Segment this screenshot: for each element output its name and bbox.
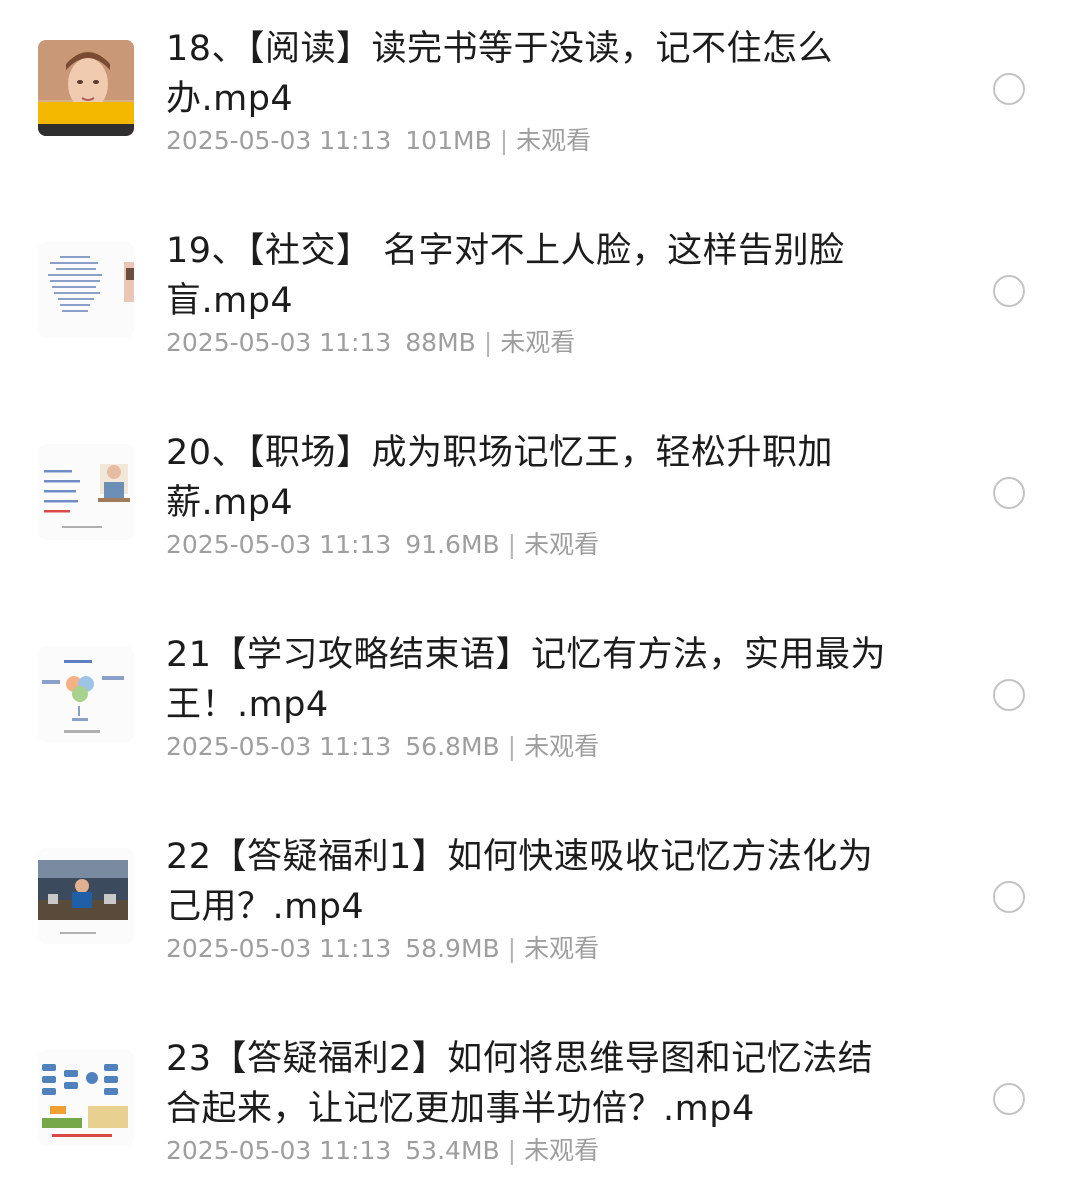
file-meta: 2025-05-03 11:13 88MB | 未观看: [166, 326, 575, 360]
divider: |: [507, 732, 517, 761]
divider: |: [507, 1136, 517, 1165]
video-thumbnail-photo-icon[interactable]: [38, 848, 134, 944]
file-meta: 2025-05-03 11:13 56.8MB | 未观看: [166, 730, 599, 764]
select-radio[interactable]: [993, 1083, 1025, 1115]
divider: |: [507, 530, 517, 559]
file-meta: 2025-05-03 11:13 91.6MB | 未观看: [166, 528, 599, 562]
file-date: 2025-05-03 11:13: [166, 328, 392, 357]
video-thumbnail-reading-icon[interactable]: [38, 40, 134, 136]
select-radio[interactable]: [993, 881, 1025, 913]
file-title[interactable]: 19、【社交】 名字对不上人脸，这样告别脸盲.mp4: [166, 226, 906, 326]
video-thumbnail-slide-office-icon[interactable]: [38, 444, 134, 540]
divider: |: [483, 328, 493, 357]
list-item[interactable]: 22【答疑福利1】如何快速吸收记忆方法化为己用？.mp4 2025-05-03 …: [0, 808, 1080, 1010]
file-date: 2025-05-03 11:13: [166, 126, 392, 155]
divider: |: [499, 126, 509, 155]
list-item[interactable]: 21【学习攻略结束语】记忆有方法，实用最为王！.mp4 2025-05-03 1…: [0, 606, 1080, 808]
watch-status: 未观看: [524, 732, 600, 761]
list-item[interactable]: 23【答疑福利2】如何将思维导图和记忆法结合起来，让记忆更加事半功倍？.mp4 …: [0, 1010, 1080, 1190]
video-thumbnail-slide-text-icon[interactable]: [38, 242, 134, 338]
list-item[interactable]: 19、【社交】 名字对不上人脸，这样告别脸盲.mp4 2025-05-03 11…: [0, 202, 1080, 404]
file-title[interactable]: 22【答疑福利1】如何快速吸收记忆方法化为己用？.mp4: [166, 832, 906, 932]
file-meta: 2025-05-03 11:13 58.9MB | 未观看: [166, 932, 599, 966]
select-radio[interactable]: [993, 73, 1025, 105]
file-title[interactable]: 23【答疑福利2】如何将思维导图和记忆法结合起来，让记忆更加事半功倍？.mp4: [166, 1034, 906, 1134]
file-date: 2025-05-03 11:13: [166, 1136, 392, 1165]
select-radio[interactable]: [993, 679, 1025, 711]
select-radio[interactable]: [993, 275, 1025, 307]
file-date: 2025-05-03 11:13: [166, 732, 392, 761]
select-radio[interactable]: [993, 477, 1025, 509]
watch-status: 未观看: [524, 530, 600, 559]
file-size: 88MB: [405, 328, 476, 357]
watch-status: 未观看: [524, 934, 600, 963]
file-title[interactable]: 20、【职场】成为职场记忆王，轻松升职加薪.mp4: [166, 428, 906, 528]
file-list: 18、【阅读】读完书等于没读，记不住怎么办.mp4 2025-05-03 11:…: [0, 0, 1080, 1190]
file-size: 91.6MB: [405, 530, 500, 559]
divider: |: [507, 934, 517, 963]
file-size: 58.9MB: [405, 934, 500, 963]
file-size: 101MB: [405, 126, 492, 155]
list-item[interactable]: 20、【职场】成为职场记忆王，轻松升职加薪.mp4 2025-05-03 11:…: [0, 404, 1080, 606]
file-title[interactable]: 18、【阅读】读完书等于没读，记不住怎么办.mp4: [166, 24, 906, 124]
file-size: 56.8MB: [405, 732, 500, 761]
video-thumbnail-slide-diagram-icon[interactable]: [38, 646, 134, 742]
file-title[interactable]: 21【学习攻略结束语】记忆有方法，实用最为王！.mp4: [166, 630, 906, 730]
video-thumbnail-mindmap-icon[interactable]: [38, 1050, 134, 1146]
watch-status: 未观看: [524, 1136, 600, 1165]
file-date: 2025-05-03 11:13: [166, 934, 392, 963]
file-meta: 2025-05-03 11:13 53.4MB | 未观看: [166, 1134, 599, 1168]
watch-status: 未观看: [516, 126, 592, 155]
file-date: 2025-05-03 11:13: [166, 530, 392, 559]
file-size: 53.4MB: [405, 1136, 500, 1165]
list-item[interactable]: 18、【阅读】读完书等于没读，记不住怎么办.mp4 2025-05-03 11:…: [0, 0, 1080, 202]
watch-status: 未观看: [500, 328, 576, 357]
file-meta: 2025-05-03 11:13 101MB | 未观看: [166, 124, 591, 158]
